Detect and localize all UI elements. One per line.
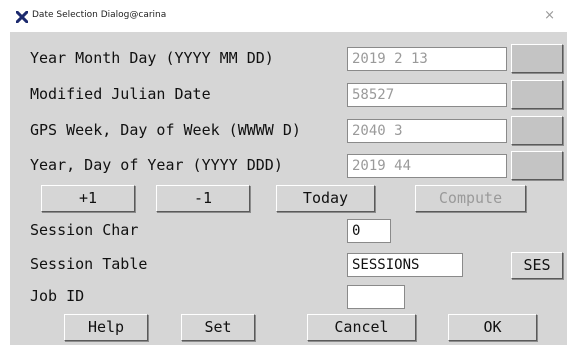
window-title: Date Selection Dialog@carina [32,10,167,20]
today-button[interactable]: Today [276,185,375,212]
job-id-label: Job ID [30,287,85,305]
ses-button[interactable]: SES [511,252,563,279]
gps-week-set-button[interactable] [511,116,563,145]
gps-week-label: GPS Week, Day of Week (WWWW D) [30,121,301,139]
doy-set-button[interactable] [511,151,563,180]
doy-field[interactable]: 2019 44 [347,154,507,178]
ymd-set-button[interactable] [511,44,563,73]
ymd-field[interactable]: 2019 2 13 [347,47,507,71]
job-id-field[interactable] [347,285,405,309]
close-icon[interactable]: × [544,8,555,23]
dialog-body: Year Month Day (YYYY MM DD) 2019 2 13 Mo… [10,32,567,345]
cancel-button[interactable]: Cancel [307,314,416,341]
ymd-label: Year Month Day (YYYY MM DD) [30,49,274,67]
doy-label: Year, Day of Year (YYYY DDD) [30,156,283,174]
session-char-field[interactable]: 0 [347,219,391,243]
session-char-label: Session Char [30,221,139,239]
mjd-field[interactable]: 58527 [347,83,507,107]
x-logo-icon [16,11,28,23]
minus-one-button[interactable]: -1 [156,185,250,212]
session-table-field[interactable]: SESSIONS [347,253,463,277]
session-table-label: Session Table [30,255,148,273]
title-bar: Date Selection Dialog@carina × [0,0,567,32]
set-button[interactable]: Set [181,314,255,341]
mjd-label: Modified Julian Date [30,85,211,103]
mjd-set-button[interactable] [511,80,563,109]
gps-week-field[interactable]: 2040 3 [347,119,507,143]
ok-button[interactable]: OK [448,314,537,341]
plus-one-button[interactable]: +1 [41,185,135,212]
compute-button[interactable]: Compute [415,185,526,212]
help-button[interactable]: Help [64,314,148,341]
